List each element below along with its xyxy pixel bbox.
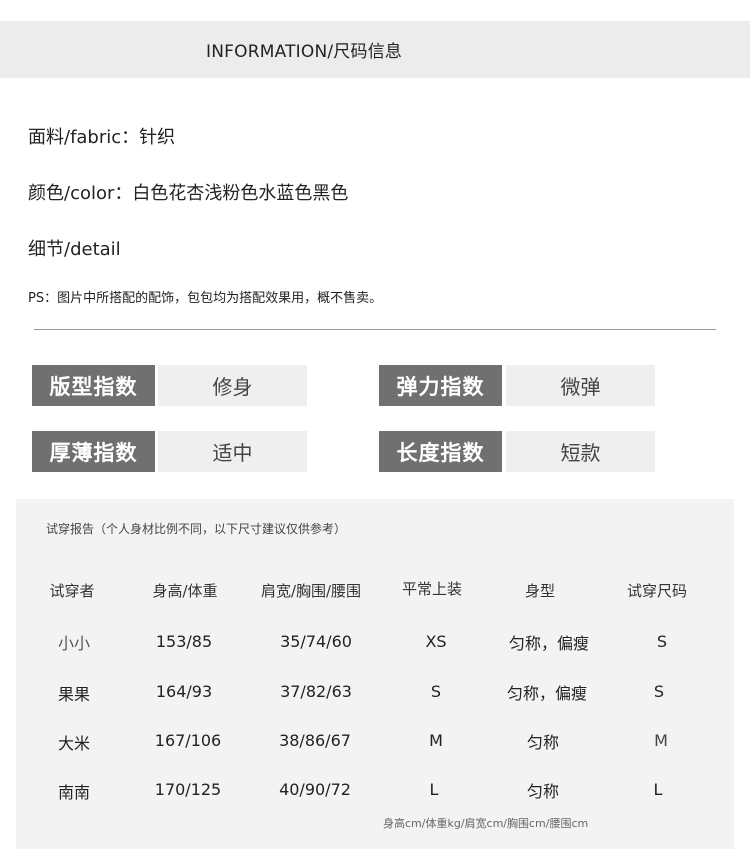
- table-cell: M: [654, 731, 668, 750]
- page-title: INFORMATION/尺码信息: [206, 42, 403, 62]
- fitting-report-panel: [16, 499, 734, 849]
- table-cell: 大米: [57, 734, 91, 753]
- table-cell: 37/82/63: [280, 682, 352, 701]
- table-cell: 40/90/72: [279, 780, 351, 799]
- column-header: 身高/体重: [152, 582, 218, 600]
- table-cell: 153/85: [155, 632, 213, 651]
- column-header: 身型: [524, 582, 556, 600]
- units-footnote: 身高cm/体重kg/肩宽cm/胸围cm/腰围cm: [383, 817, 589, 830]
- table-cell: M: [429, 731, 443, 750]
- table-cell: S: [653, 682, 665, 701]
- table-cell: 167/106: [154, 731, 222, 750]
- table-cell: L: [429, 780, 439, 799]
- detail-info: 细节/detail: [28, 239, 121, 260]
- table-cell: 匀称，偏瘦: [508, 634, 590, 653]
- table-cell: 匀称: [526, 782, 560, 801]
- table-cell: 小小: [57, 634, 91, 653]
- column-header: 肩宽/胸围/腰围: [260, 582, 362, 600]
- divider: [34, 329, 716, 330]
- stretch-index-label: 弹力指数: [379, 365, 502, 406]
- table-cell: 果果: [57, 685, 91, 704]
- ps-note: PS：图片中所搭配的配饰，包包均为搭配效果用，概不售卖。: [28, 291, 383, 306]
- column-header: 平常上装: [401, 580, 463, 598]
- table-cell: XS: [425, 632, 447, 651]
- table-cell: 匀称: [526, 733, 560, 752]
- table-cell: S: [656, 632, 668, 651]
- thickness-index-value: 适中: [158, 431, 307, 472]
- table-cell: S: [430, 682, 442, 701]
- table-cell: 35/74/60: [280, 632, 352, 651]
- fit-index-label: 版型指数: [32, 365, 155, 406]
- color-info: 颜色/color：白色花杏浅粉色水蓝色黑色: [28, 183, 349, 204]
- table-cell: L: [653, 780, 663, 799]
- table-cell: 164/93: [155, 682, 213, 701]
- table-cell: 170/125: [154, 780, 222, 799]
- thickness-index-label: 厚薄指数: [32, 431, 155, 472]
- table-cell: 南南: [57, 783, 91, 802]
- column-header: 试穿尺码: [626, 582, 688, 600]
- fitting-report-note: 试穿报告（个人身材比例不同，以下尺寸建议仅供参考）: [46, 522, 347, 536]
- length-index-label: 长度指数: [379, 431, 502, 472]
- table-cell: 匀称，偏瘦: [506, 684, 588, 703]
- table-cell: 38/86/67: [279, 731, 351, 750]
- fit-index-value: 修身: [158, 365, 307, 406]
- column-header: 试穿者: [49, 582, 95, 600]
- length-index-value: 短款: [506, 431, 655, 472]
- stretch-index-value: 微弹: [506, 365, 655, 406]
- fabric-info: 面料/fabric：针织: [28, 127, 176, 148]
